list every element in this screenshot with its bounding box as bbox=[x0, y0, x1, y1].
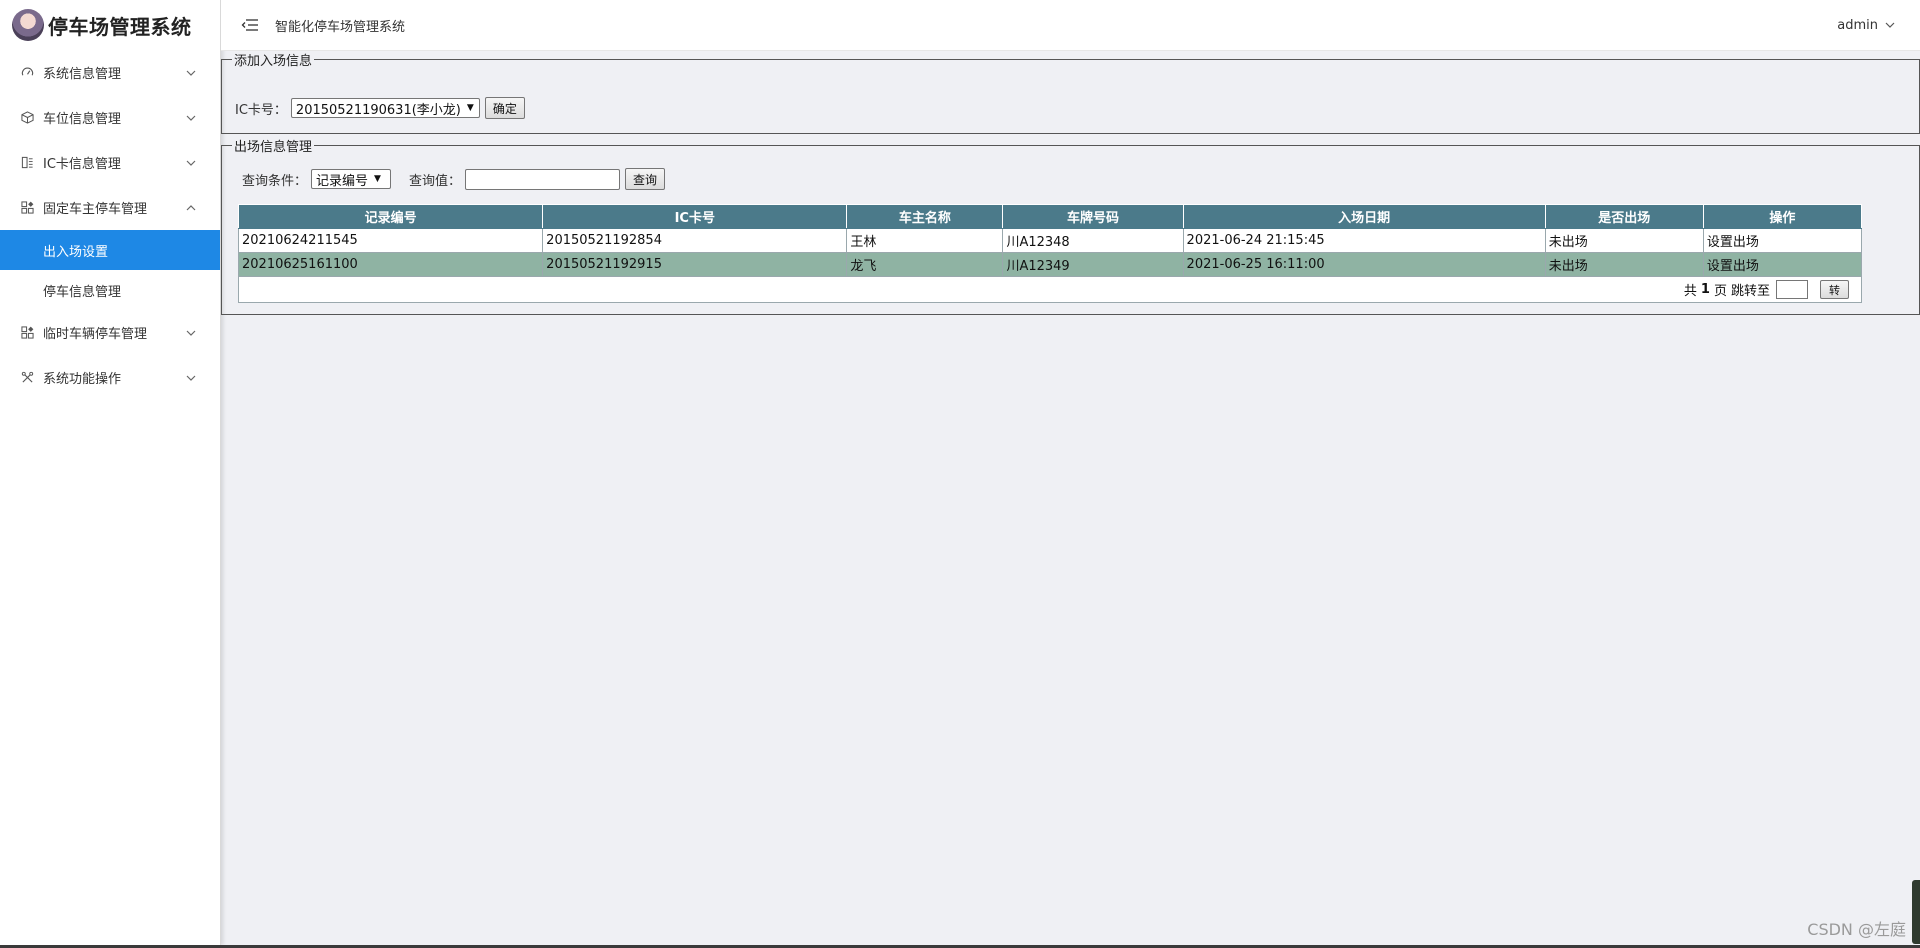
sidebar-item-label: IC卡信息管理 bbox=[43, 157, 121, 172]
ic-card-cell: 20150521192854 bbox=[542, 228, 848, 253]
pagination: 共 1 页 跳转至 转 bbox=[1684, 280, 1849, 299]
query-condition-select[interactable]: 记录编号 ▼ bbox=[311, 169, 392, 189]
query-value-label: 查询值： bbox=[409, 173, 462, 189]
confirm-button[interactable]: 确定 bbox=[484, 97, 525, 119]
add-entry-legend: 添加入场信息 bbox=[234, 54, 313, 69]
sidebar-item-ic-cards[interactable]: IC卡信息管理 bbox=[0, 140, 220, 185]
pager-total-suffix: 页 bbox=[1713, 284, 1727, 299]
table-header-row: 记录编号 IC卡号 车主名称 车牌号码 入场日期 是否出场 操作 bbox=[237, 204, 1863, 229]
column-header[interactable]: 是否出场 bbox=[1544, 204, 1704, 229]
pager-total-prefix: 共 bbox=[1683, 284, 1697, 299]
exit-status-cell: 未出场 bbox=[1544, 228, 1704, 253]
sidebar-subitem-entry-exit-settings[interactable]: 出入场设置 bbox=[0, 230, 220, 270]
query-condition-value: 记录编号 bbox=[316, 173, 369, 189]
pager-cell: 共 1 页 跳转至 转 bbox=[238, 276, 1862, 303]
entry-records-table: 记录编号 IC卡号 车主名称 车牌号码 入场日期 是否出场 操作 2021062… bbox=[237, 204, 1863, 303]
table-row[interactable]: 20210625161100 20150521192915 龙飞 川A12349… bbox=[237, 252, 1863, 277]
column-header[interactable]: 入场日期 bbox=[1182, 204, 1546, 229]
sidebar-item-system-functions[interactable]: 系统功能操作 bbox=[0, 355, 220, 400]
query-condition-label: 查询条件： bbox=[242, 173, 308, 189]
pager-total-pages: 1 bbox=[1700, 282, 1710, 297]
column-header[interactable]: 车主名称 bbox=[846, 204, 1004, 229]
sidebar: 停车场管理系统 系统信息管理 车位信息管理 IC卡信息管理 固定车主停车管理 出… bbox=[0, 0, 221, 945]
ic-card-label: IC卡号： bbox=[235, 102, 287, 118]
chevron-down-icon bbox=[184, 371, 198, 385]
column-header[interactable]: IC卡号 bbox=[542, 204, 848, 229]
sidebar-item-system-info[interactable]: 系统信息管理 bbox=[0, 50, 220, 95]
sidebar-item-label: 系统功能操作 bbox=[43, 372, 122, 387]
exit-status-cell: 未出场 bbox=[1544, 252, 1704, 277]
entry-date-cell: 2021-06-24 21:15:45 bbox=[1182, 228, 1546, 253]
sidebar-item-temporary-parking[interactable]: 临时车辆停车管理 bbox=[0, 310, 220, 355]
plate-number-cell: 川A12349 bbox=[1002, 252, 1184, 277]
ic-card-select[interactable]: 20150521190631(李小龙) ▼ bbox=[290, 98, 480, 118]
query-form: 查询条件： 记录编号 ▼ 查询值： 查询 bbox=[242, 168, 666, 190]
add-entry-panel: 添加入场信息 IC卡号： 20150521190631(李小龙) ▼ 确定 bbox=[221, 50, 1920, 134]
owner-name-cell: 龙飞 bbox=[846, 252, 1004, 277]
chevron-up-icon bbox=[184, 201, 198, 215]
username: admin bbox=[1837, 17, 1878, 33]
menu-toggle-icon[interactable] bbox=[241, 17, 259, 33]
sidebar-menu: 系统信息管理 车位信息管理 IC卡信息管理 固定车主停车管理 出入场设置 停车信… bbox=[0, 50, 220, 400]
set-exit-link[interactable]: 设置出场 bbox=[1702, 228, 1863, 253]
chevron-down-icon bbox=[1884, 19, 1896, 31]
chevron-down-icon bbox=[184, 326, 198, 340]
query-button[interactable]: 查询 bbox=[625, 168, 666, 190]
sidebar-subitem-parking-info[interactable]: 停车信息管理 bbox=[0, 270, 220, 310]
table-row[interactable]: 20210624211545 20150521192854 王林 川A12348… bbox=[237, 228, 1863, 253]
tools-icon bbox=[20, 371, 34, 385]
logo-avatar-icon bbox=[12, 9, 44, 41]
column-header[interactable]: 操作 bbox=[1702, 204, 1863, 229]
ic-card-selected-value: 20150521190631(李小龙) bbox=[295, 102, 461, 118]
chevron-down-icon bbox=[184, 66, 198, 80]
user-menu[interactable]: admin bbox=[1837, 0, 1896, 50]
watermark: CSDN @左庭 bbox=[1807, 920, 1906, 939]
card-icon bbox=[20, 156, 34, 170]
exit-management-legend: 出场信息管理 bbox=[234, 140, 313, 155]
sidebar-item-label: 固定车主停车管理 bbox=[43, 202, 148, 217]
sidebar-item-label: 临时车辆停车管理 bbox=[43, 327, 148, 342]
ic-card-cell: 20150521192915 bbox=[542, 252, 848, 277]
record-id-cell: 20210624211545 bbox=[237, 228, 544, 253]
logo[interactable]: 停车场管理系统 bbox=[0, 0, 220, 50]
column-header[interactable]: 车牌号码 bbox=[1002, 204, 1184, 229]
entry-date-cell: 2021-06-25 16:11:00 bbox=[1182, 252, 1546, 277]
go-button[interactable]: 转 bbox=[1820, 280, 1849, 299]
pager-row: 共 1 页 跳转至 转 bbox=[238, 276, 1862, 303]
page-jump-input[interactable] bbox=[1776, 280, 1808, 299]
cube-icon bbox=[20, 111, 34, 125]
dropdown-arrow-icon: ▼ bbox=[466, 103, 474, 113]
add-entry-form: IC卡号： 20150521190631(李小龙) ▼ 确定 bbox=[235, 97, 525, 119]
sidebar-item-fixed-owner-parking[interactable]: 固定车主停车管理 bbox=[0, 185, 220, 230]
owner-name-cell: 王林 bbox=[846, 228, 1004, 253]
dashboard-icon bbox=[20, 66, 34, 80]
side-widget-tab[interactable] bbox=[1912, 880, 1920, 944]
set-exit-link[interactable]: 设置出场 bbox=[1702, 252, 1863, 277]
grid-icon bbox=[20, 201, 34, 215]
query-value-input[interactable] bbox=[465, 168, 621, 190]
pager-jump-label: 跳转至 bbox=[1730, 284, 1770, 299]
dropdown-arrow-icon: ▼ bbox=[374, 174, 381, 184]
main-content: 添加入场信息 IC卡号： 20150521190631(李小龙) ▼ 确定 出场… bbox=[221, 50, 1920, 948]
record-id-cell: 20210625161100 bbox=[237, 252, 544, 277]
sidebar-item-label: 车位信息管理 bbox=[43, 112, 122, 127]
header-title: 智能化停车场管理系统 bbox=[275, 19, 406, 35]
column-header[interactable]: 记录编号 bbox=[237, 204, 544, 229]
sidebar-item-parking-spaces[interactable]: 车位信息管理 bbox=[0, 95, 220, 140]
submenu-fixed-owner-parking: 出入场设置 停车信息管理 bbox=[0, 230, 220, 310]
grid-icon bbox=[20, 326, 34, 340]
plate-number-cell: 川A12348 bbox=[1002, 228, 1184, 253]
chevron-down-icon bbox=[184, 111, 198, 125]
logo-text: 停车场管理系统 bbox=[48, 14, 192, 39]
sidebar-item-label: 系统信息管理 bbox=[43, 67, 122, 82]
chevron-down-icon bbox=[184, 156, 198, 170]
top-header: 智能化停车场管理系统 admin bbox=[221, 0, 1920, 51]
